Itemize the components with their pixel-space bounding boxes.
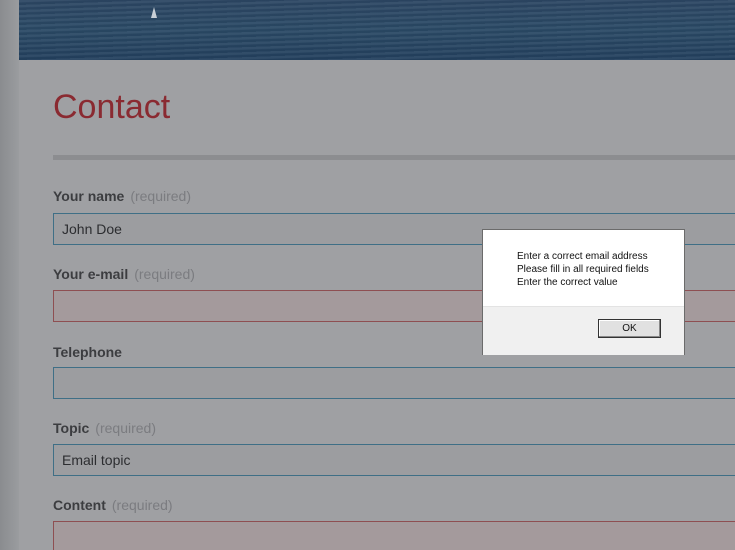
header-banner-image bbox=[19, 0, 735, 60]
email-label-text: Your e-mail bbox=[53, 266, 129, 282]
alert-footer: OK bbox=[483, 306, 684, 355]
validation-alert-dialog: Enter a correct email address Please fil… bbox=[482, 229, 685, 355]
email-label: Your e-mail (required) bbox=[53, 266, 195, 282]
page-title: Contact bbox=[53, 88, 171, 126]
telephone-label-text: Telephone bbox=[53, 344, 122, 360]
alert-message-line: Enter the correct value bbox=[517, 277, 618, 288]
name-label: Your name (required) bbox=[53, 188, 191, 204]
telephone-label: Telephone bbox=[53, 344, 122, 360]
alert-message-line: Please fill in all required fields bbox=[517, 264, 649, 275]
content-label-text: Content bbox=[53, 497, 106, 513]
topic-input[interactable]: Email topic bbox=[53, 444, 735, 476]
topic-required-hint: (required) bbox=[95, 420, 156, 436]
alert-message: Enter a correct email address Please fil… bbox=[517, 250, 649, 289]
sailboat-icon bbox=[151, 7, 157, 18]
ok-button[interactable]: OK bbox=[598, 319, 661, 338]
alert-message-line: Enter a correct email address bbox=[517, 251, 648, 262]
title-divider bbox=[53, 155, 735, 160]
topic-label-text: Topic bbox=[53, 420, 90, 436]
name-required-hint: (required) bbox=[130, 188, 192, 204]
email-required-hint: (required) bbox=[134, 266, 195, 282]
telephone-input[interactable] bbox=[53, 367, 735, 399]
content-label: Content (required) bbox=[53, 497, 173, 513]
content-required-hint: (required) bbox=[111, 497, 173, 513]
name-label-text: Your name bbox=[53, 188, 125, 204]
page-edge bbox=[0, 0, 19, 550]
content-textarea[interactable] bbox=[53, 521, 735, 550]
topic-label: Topic (required) bbox=[53, 420, 156, 436]
